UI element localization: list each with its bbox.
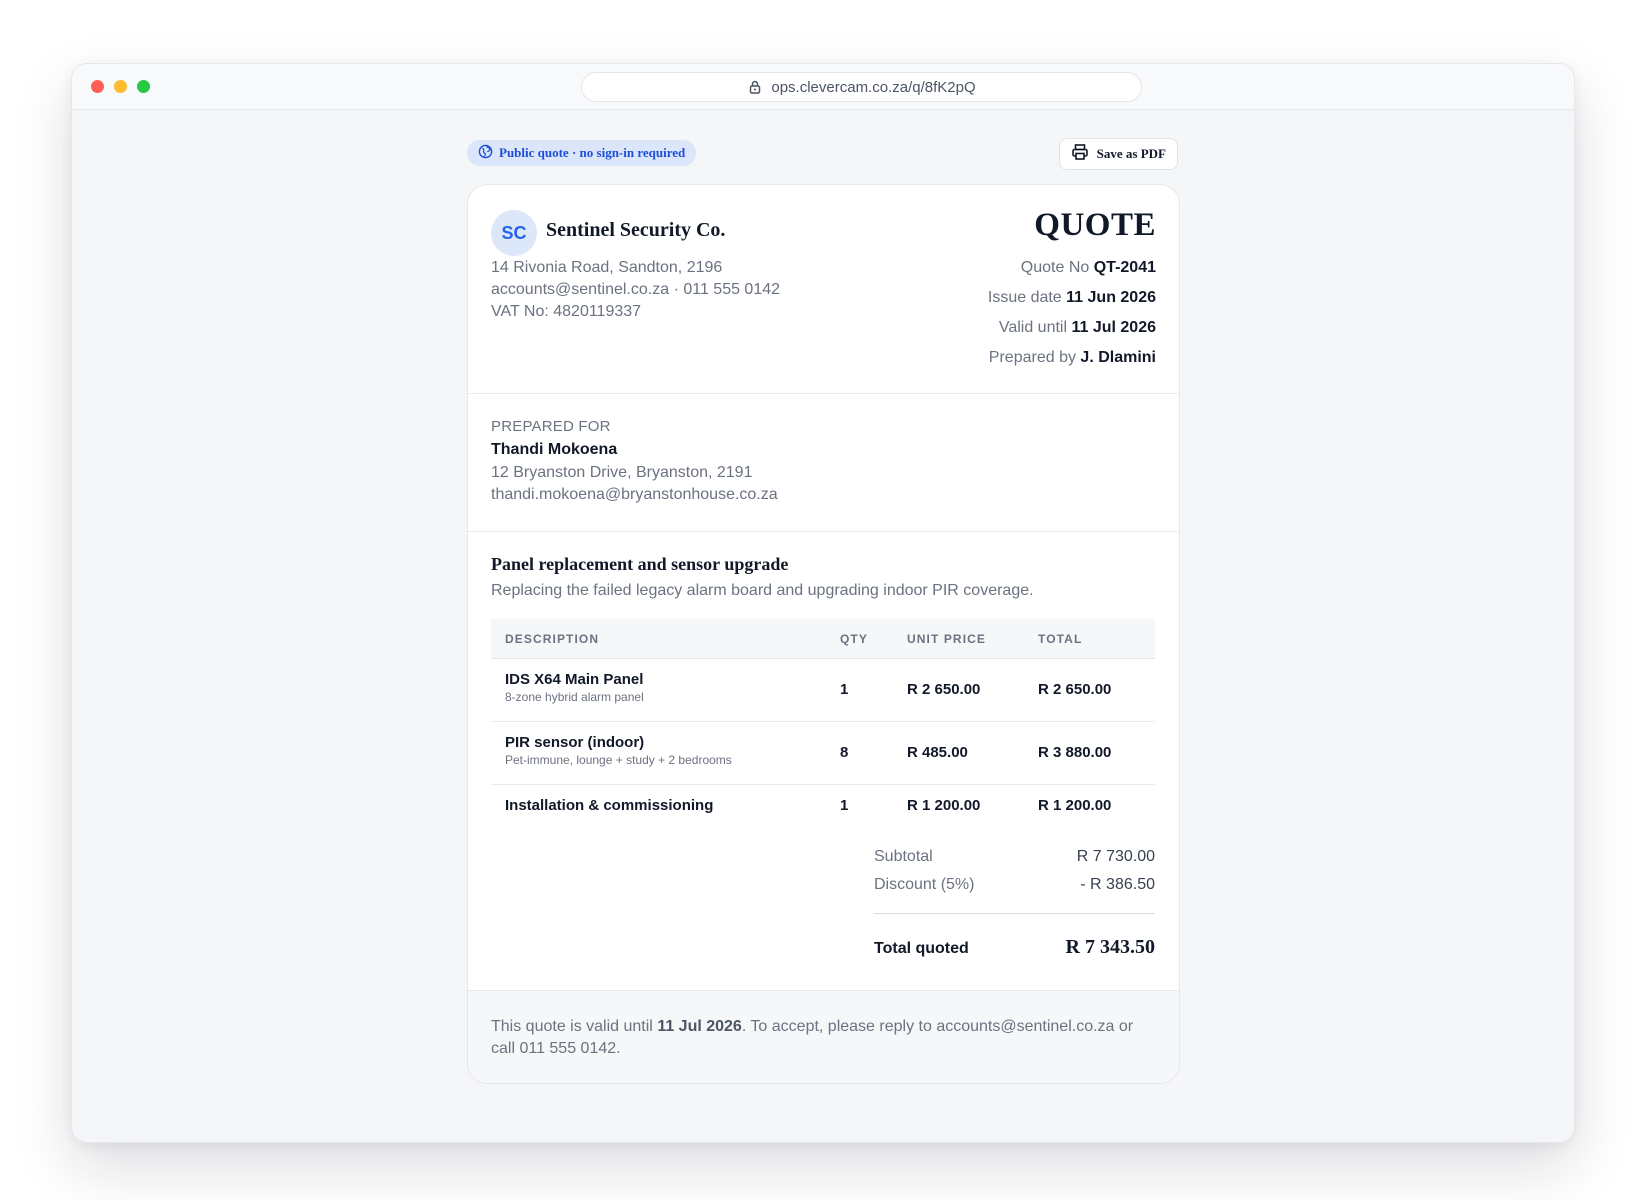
company-contact: accounts@sentinel.co.za · 011 555 0142 xyxy=(491,281,781,298)
valid-until-value: 11 Jul 2026 xyxy=(1071,319,1156,336)
quote-number-value: QT-2041 xyxy=(1093,259,1156,276)
company-logo: SC xyxy=(491,210,537,256)
item-name: Installation & commissioning xyxy=(505,797,714,814)
subtotal-row: Subtotal R 7 730.00 xyxy=(874,848,1155,876)
client-email: thandi.mokoena@bryanstonhouse.co.za xyxy=(491,486,778,503)
item-unit-price: R 1 200.00 xyxy=(907,797,981,814)
column-header-description: DESCRIPTION xyxy=(505,632,600,646)
job-description: Replacing the failed legacy alarm board … xyxy=(491,582,1034,599)
quote-footer: This quote is valid until 11 Jul 2026. T… xyxy=(468,990,1179,1083)
quote-number-row: Quote No QT-2041 xyxy=(988,257,1156,287)
client-address: 12 Bryanston Drive, Bryanston, 2191 xyxy=(491,464,753,481)
item-subtitle: 8-zone hybrid alarm panel xyxy=(505,690,644,704)
close-window-button[interactable] xyxy=(91,80,104,93)
table-row: IDS X64 Main Panel 8-zone hybrid alarm p… xyxy=(491,659,1155,722)
item-description: Installation & commissioning xyxy=(505,797,713,814)
company-vat: VAT No: 4820119337 xyxy=(491,303,642,320)
subtotal-value: R 7 730.00 xyxy=(1076,848,1155,865)
issue-date-row: Issue date 11 Jun 2026 xyxy=(988,287,1156,317)
public-quote-badge-label: Public quote · no sign-in required xyxy=(499,145,686,160)
item-qty: 8 xyxy=(840,744,849,761)
lock-icon xyxy=(747,79,763,95)
quote-number-label: Quote No xyxy=(1020,259,1090,276)
item-qty: 1 xyxy=(840,797,849,814)
discount-value: - R 386.50 xyxy=(1080,876,1155,893)
job-title: Panel replacement and sensor upgrade xyxy=(491,554,789,574)
issue-date-label: Issue date xyxy=(987,289,1062,306)
item-unit-price: R 485.00 xyxy=(907,744,968,761)
column-header-unit-price: UNIT PRICE xyxy=(907,632,987,646)
issue-date-value: 11 Jun 2026 xyxy=(1066,289,1156,306)
item-description: PIR sensor (indoor) Pet-immune, lounge +… xyxy=(505,734,732,767)
item-total: R 1 200.00 xyxy=(1038,797,1112,814)
quote-toolbar: Public quote · no sign-in required Save … xyxy=(467,138,1178,170)
company-details: 14 Rivonia Road, Sandton, 2196 accounts@… xyxy=(491,257,780,323)
totals-block: Subtotal R 7 730.00 Discount (5%) - R 38… xyxy=(874,848,1155,958)
valid-until-label: Valid until xyxy=(998,319,1068,336)
discount-row: Discount (5%) - R 386.50 xyxy=(874,876,1155,904)
footer-text-before: This quote is valid until xyxy=(491,1018,658,1035)
client-details: 12 Bryanston Drive, Bryanston, 2191 than… xyxy=(491,462,778,506)
company-name: Sentinel Security Co. xyxy=(546,219,726,241)
grand-total-label: Total quoted xyxy=(874,940,969,957)
printer-icon xyxy=(1071,143,1089,165)
footer-valid-date: 11 Jul 2026 xyxy=(657,1018,742,1035)
address-bar[interactable]: ops.clevercam.co.za/q/8fK2pQ xyxy=(581,72,1142,102)
line-items-table: DESCRIPTION QTY UNIT PRICE TOTAL IDS X64… xyxy=(491,619,1155,829)
save-as-pdf-button[interactable]: Save as PDF xyxy=(1058,138,1178,170)
grand-total-row: Total quoted R 7 343.50 xyxy=(874,914,1155,958)
company-address: 14 Rivonia Road, Sandton, 2196 xyxy=(491,259,723,276)
prepared-for-label: PREPARED FOR xyxy=(491,418,611,435)
footer-note: This quote is valid until 11 Jul 2026. T… xyxy=(491,1016,1151,1060)
globe-icon xyxy=(478,144,493,163)
browser-titlebar: ops.clevercam.co.za/q/8fK2pQ xyxy=(72,64,1574,110)
grand-total-value: R 7 343.50 xyxy=(1065,936,1155,958)
table-header: DESCRIPTION QTY UNIT PRICE TOTAL xyxy=(491,619,1155,659)
item-description: IDS X64 Main Panel 8-zone hybrid alarm p… xyxy=(505,671,644,704)
prepared-by-label: Prepared by xyxy=(988,349,1076,366)
item-total: R 2 650.00 xyxy=(1038,681,1112,698)
quote-meta: Quote No QT-2041 Issue date 11 Jun 2026 … xyxy=(988,257,1156,377)
maximize-window-button[interactable] xyxy=(137,80,150,93)
table-row: PIR sensor (indoor) Pet-immune, lounge +… xyxy=(491,722,1155,785)
item-unit-price: R 2 650.00 xyxy=(907,681,981,698)
subtotal-label: Subtotal xyxy=(874,848,933,865)
browser-window: ops.clevercam.co.za/q/8fK2pQ Public quot… xyxy=(71,63,1575,1143)
quote-header: SC Sentinel Security Co. 14 Rivonia Road… xyxy=(468,185,1179,394)
column-header-total: TOTAL xyxy=(1038,632,1083,646)
column-header-qty: QTY xyxy=(840,632,868,646)
item-name: IDS X64 Main Panel xyxy=(505,671,644,688)
item-total: R 3 880.00 xyxy=(1038,744,1112,761)
table-row: Installation & commissioning 1 R 1 200.0… xyxy=(491,785,1155,829)
prepared-by-value: J. Dlamini xyxy=(1080,349,1156,366)
discount-label: Discount (5%) xyxy=(874,876,975,893)
save-as-pdf-label: Save as PDF xyxy=(1096,146,1166,161)
item-subtitle: Pet-immune, lounge + study + 2 bedrooms xyxy=(505,753,732,767)
quote-heading: QUOTE xyxy=(1034,207,1156,243)
prepared-by-row: Prepared by J. Dlamini xyxy=(988,347,1156,377)
client-section: PREPARED FOR Thandi Mokoena 12 Bryanston… xyxy=(468,394,1179,532)
minimize-window-button[interactable] xyxy=(114,80,127,93)
item-qty: 1 xyxy=(840,681,849,698)
quote-body: Panel replacement and sensor upgrade Rep… xyxy=(468,532,1179,992)
valid-until-row: Valid until 11 Jul 2026 xyxy=(988,317,1156,347)
client-name: Thandi Mokoena xyxy=(491,441,618,458)
item-name: PIR sensor (indoor) xyxy=(505,734,645,751)
url-text: ops.clevercam.co.za/q/8fK2pQ xyxy=(771,78,976,96)
quote-document: SC Sentinel Security Co. 14 Rivonia Road… xyxy=(467,184,1180,1084)
public-quote-badge: Public quote · no sign-in required xyxy=(467,140,697,166)
